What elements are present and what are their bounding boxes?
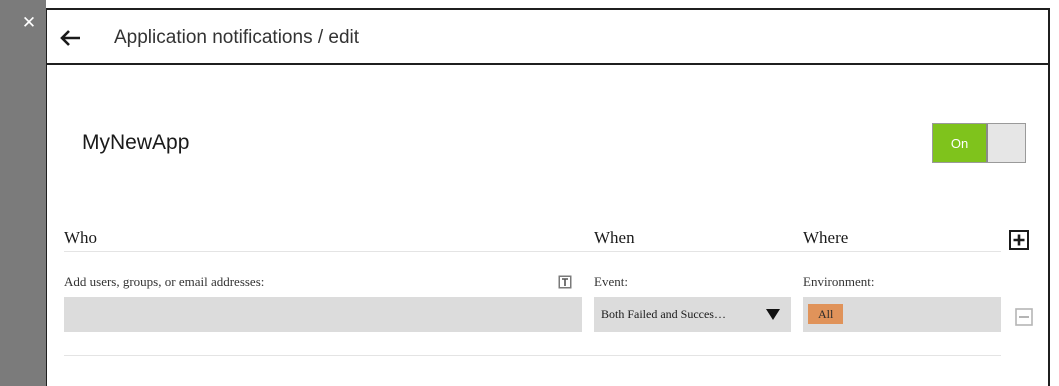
enable-toggle[interactable]: On xyxy=(932,123,1026,163)
edit-panel: Application notifications / edit MyNewAp… xyxy=(46,8,1050,386)
environment-label: Environment: xyxy=(803,274,875,289)
page-title: Application notifications / edit xyxy=(114,27,360,48)
environment-chip[interactable]: All xyxy=(808,304,844,324)
header-bar: Application notifications / edit xyxy=(47,10,1048,65)
column-header-who: Who xyxy=(64,228,98,247)
event-select-value: Both Failed and Succes… xyxy=(601,307,726,321)
who-label: Add users, groups, or email addresses: xyxy=(64,274,265,289)
header-divider xyxy=(64,251,1001,252)
side-strip: ✕ xyxy=(0,0,46,386)
event-label: Event: xyxy=(594,274,628,289)
caret-down-icon xyxy=(766,309,780,320)
close-icon[interactable]: ✕ xyxy=(22,14,36,31)
event-select[interactable]: Both Failed and Succes… xyxy=(594,297,791,332)
row-divider xyxy=(64,355,1001,356)
column-header-where: Where xyxy=(803,228,849,247)
toggle-on-label: On xyxy=(933,124,986,162)
who-input[interactable] xyxy=(64,297,582,332)
arrow-left-icon[interactable] xyxy=(59,29,81,47)
toggle-knob xyxy=(986,124,1025,162)
plus-box-icon[interactable] xyxy=(1009,230,1029,250)
minus-box-icon[interactable] xyxy=(1015,308,1033,326)
environment-field[interactable]: All xyxy=(803,297,1001,332)
app-name: MyNewApp xyxy=(82,131,190,154)
text-format-icon[interactable] xyxy=(558,275,572,289)
column-header-when: When xyxy=(594,228,635,247)
